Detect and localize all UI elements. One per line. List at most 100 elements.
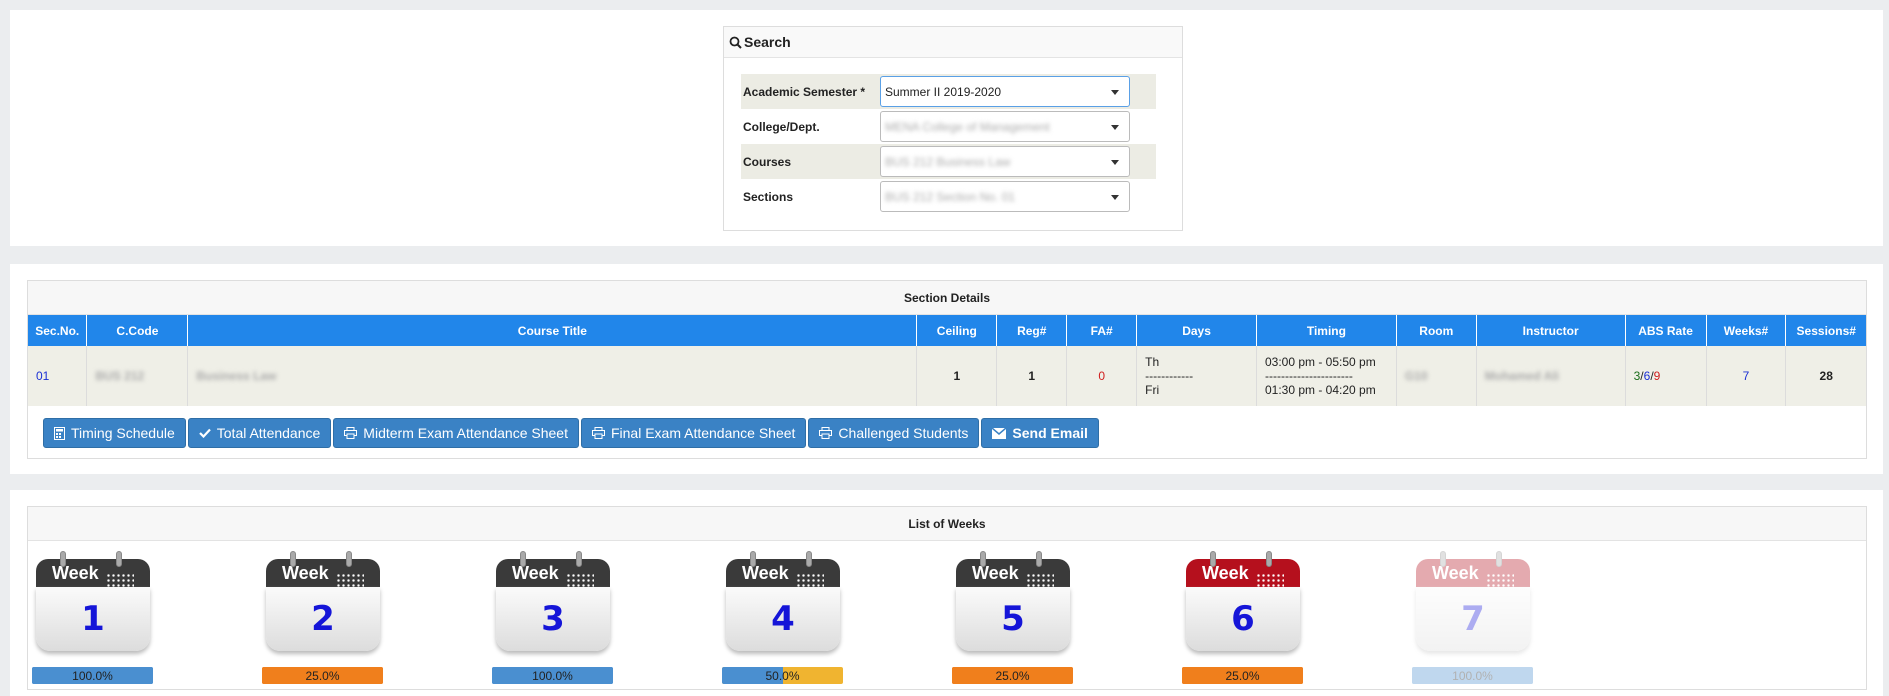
challenged-students-button[interactable]: Challenged Students [808,418,980,448]
week-progress-label: 25.0% [305,668,340,683]
academic-semester-label: Academic Semester * [743,84,866,99]
weeks-cell: 7 [1706,346,1787,406]
print-icon [819,427,833,439]
sec-no-cell[interactable]: 01 [28,346,88,406]
chevron-down-icon [1111,195,1119,200]
week-label: Week [52,563,99,583]
ring [980,551,986,567]
ring [346,551,352,567]
ring [290,551,296,567]
week-number: 2 [266,587,380,651]
courses-select[interactable]: BUS 212 Business Law [880,146,1130,177]
week-label: Week [512,563,559,583]
week-number: 3 [496,587,610,651]
week-number: 6 [1186,587,1300,651]
week-header: Week [1186,559,1300,589]
ring [520,551,526,567]
sections-select[interactable]: BUS 212 Section No. 01 [880,181,1130,212]
table-row: 01 BUS 212 Business Law 1 1 0 Th -------… [28,346,1866,406]
weeks-box: List of Weeks Week 1 100.0% Week 2 25.0% Week 3… [27,506,1867,690]
col-header: Days [1136,315,1257,346]
challenged-students-label: Challenged Students [838,425,969,441]
total-attendance-label: Total Attendance [216,425,321,441]
abs-rate-cell: 3/6/9 [1625,346,1707,406]
ring [60,551,66,567]
search-title: Search [744,34,791,50]
week-header: Week [496,559,610,589]
week-item[interactable]: Week 2 25.0% [258,551,383,684]
course-code-cell: BUS 212 [86,346,189,406]
timing-schedule-button[interactable]: Timing Schedule [43,418,186,448]
college-dept-select[interactable]: MENA College of Management [880,111,1130,142]
week-header: Week [956,559,1070,589]
week-item[interactable]: Week 5 25.0% [948,551,1073,684]
field-sections: Sections BUS 212 Section No. 01 [741,179,1156,214]
week-progress-bar: 25.0% [952,667,1073,684]
section-details-table: Sec.No. C.Code Course Title Ceiling Reg#… [28,315,1866,406]
col-header: Instructor [1476,315,1626,346]
ring [116,551,122,567]
week-item[interactable]: Week 1 100.0% [28,551,153,684]
week-item[interactable]: Week 7 100.0% [1408,551,1533,684]
week-item[interactable]: Week 3 100.0% [488,551,613,684]
ceiling-cell: 1 [916,346,998,406]
college-dept-label: College/Dept. [743,119,820,134]
week-progress-bar: 25.0% [1182,667,1303,684]
ring [806,551,812,567]
calculator-icon [54,426,65,440]
col-header: FA# [1066,315,1138,346]
week-progress-bar: 50.0% [722,667,843,684]
col-header: Sec.No. [28,315,88,346]
calendar-icon: Week 1 [36,551,150,655]
envelope-icon [992,427,1007,439]
calendar-icon: Week 7 [1416,551,1530,655]
chevron-down-icon [1111,90,1119,95]
col-header: Ceiling [916,315,998,346]
academic-semester-value: Summer II 2019-2020 [885,84,1002,99]
calendar-icon: Week 6 [1186,551,1300,655]
sessions-cell: 28 [1785,346,1866,406]
field-academic-semester: Academic Semester * Summer II 2019-2020 [741,74,1156,109]
col-header: Sessions# [1785,315,1866,346]
col-header: Reg# [996,315,1068,346]
check-icon [198,428,211,438]
chevron-down-icon [1111,125,1119,130]
academic-semester-select[interactable]: Summer II 2019-2020 [880,76,1130,107]
ring [576,551,582,567]
weeks-panel: List of Weeks Week 1 100.0% Week 2 25.0% Week 3… [10,490,1883,696]
week-item[interactable]: Week 6 25.0% [1178,551,1303,684]
ring [1266,551,1272,567]
week-progress-label: 100.0% [72,668,113,683]
reg-cell: 1 [996,346,1068,406]
ring [1496,551,1502,567]
field-college-dept: College/Dept. MENA College of Management [741,109,1156,144]
week-number: 4 [726,587,840,651]
final-attendance-sheet-button[interactable]: Final Exam Attendance Sheet [580,418,807,448]
week-header: Week [1416,559,1530,589]
calendar-icon: Week 3 [496,551,610,655]
calendar-icon: Week 5 [956,551,1070,655]
search-box: Search Academic Semester * Summer II 201… [723,26,1183,231]
send-email-button[interactable]: Send Email [981,418,1099,448]
ring [750,551,756,567]
courses-label: Courses [743,154,792,169]
timing-schedule-label: Timing Schedule [71,425,175,441]
sections-label: Sections [743,189,794,204]
table-header-row: Sec.No. C.Code Course Title Ceiling Reg#… [28,315,1866,346]
weeks-title: List of Weeks [28,507,1866,541]
total-attendance-button[interactable]: Total Attendance [187,418,332,448]
week-label: Week [1432,563,1479,583]
week-progress-label: 100.0% [532,668,573,683]
week-header: Week [726,559,840,589]
send-email-label: Send Email [1012,425,1088,441]
week-item[interactable]: Week 4 50.0% [718,551,843,684]
instructor-cell: Mohamed Ali [1476,346,1626,406]
final-attendance-sheet-label: Final Exam Attendance Sheet [610,425,796,441]
week-progress-label: 25.0% [1225,668,1260,683]
week-progress-label: 100.0% [1452,668,1493,683]
midterm-attendance-sheet-button[interactable]: Midterm Exam Attendance Sheet [333,418,579,448]
college-dept-value: MENA College of Management [885,119,1050,134]
week-number: 1 [36,587,150,651]
col-header: C.Code [86,315,189,346]
week-progress-bar: 100.0% [1412,667,1533,684]
